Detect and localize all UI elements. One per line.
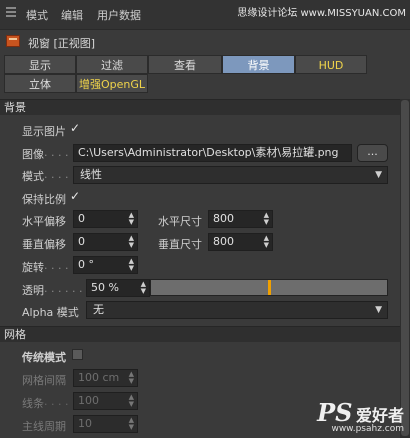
spinner-icon[interactable]: ▲ ▼ <box>129 212 134 226</box>
tab-view[interactable]: 查看 <box>148 55 222 74</box>
show-image-checkbox[interactable]: ✓ <box>70 121 80 135</box>
logo-ps: PS <box>317 398 353 427</box>
v-offset-field[interactable]: 0 ▲ ▼ <box>73 233 138 251</box>
h-size-field[interactable]: 800 ▲ ▼ <box>208 210 273 228</box>
slider-handle[interactable] <box>268 280 271 295</box>
grip-icon[interactable] <box>6 7 16 19</box>
tab-hud[interactable]: HUD <box>295 55 367 74</box>
spinner-icon[interactable]: ▲ ▼ <box>129 258 134 272</box>
mode-dropdown[interactable]: 线性 ▼ <box>73 166 388 184</box>
transparency-field[interactable]: 50 % ▲ ▼ <box>86 279 150 297</box>
spinner-icon[interactable]: ▲ ▼ <box>264 235 269 249</box>
grid-spacing-label: 网格间隔 <box>22 374 66 387</box>
tab-filter[interactable]: 过滤 <box>76 55 148 74</box>
h-size-label: 水平尺寸 <box>158 215 202 228</box>
rotation-label: 旋转 <box>22 261 44 274</box>
major-period-label: 主线周期 <box>22 420 66 433</box>
show-image-label: 显示图片 <box>22 125 66 138</box>
image-label: 图像 <box>22 148 44 161</box>
mode-label: 模式 <box>22 170 44 183</box>
spinner-icon[interactable]: ▲ ▼ <box>129 394 134 408</box>
chevron-down-icon: ▼ <box>375 170 382 180</box>
spinner-icon[interactable]: ▲ ▼ <box>129 371 134 385</box>
watermark-text: 思缘设计论坛 www.MISSYUAN.COM <box>237 8 406 19</box>
menu-user-data[interactable]: 用户数据 <box>97 7 141 23</box>
lines-label: 线条 <box>22 397 44 410</box>
image-path-field[interactable]: C:\Users\Administrator\Desktop\素材\易拉罐.pn… <box>73 144 352 162</box>
section-grid[interactable]: 网格 <box>0 326 400 342</box>
v-size-field[interactable]: 800 ▲ ▼ <box>208 233 273 251</box>
scrollbar-thumb[interactable] <box>401 100 409 436</box>
legacy-mode-label: 传统模式 <box>22 351 66 364</box>
viewport-icon <box>6 35 20 47</box>
transparency-label: 透明 <box>22 284 44 297</box>
spinner-icon[interactable]: ▲ ▼ <box>129 235 134 249</box>
tab-stereo[interactable]: 立体 <box>4 74 76 93</box>
spinner-icon[interactable]: ▲ ▼ <box>129 417 134 431</box>
menu-mode[interactable]: 模式 <box>26 7 48 23</box>
grid-spacing-field[interactable]: 100 cm ▲ ▼ <box>73 369 138 387</box>
v-offset-label: 垂直偏移 <box>22 238 66 251</box>
v-offset-value: 0 <box>78 235 85 248</box>
h-offset-label: 水平偏移 <box>22 215 66 228</box>
spinner-icon[interactable]: ▲ ▼ <box>264 212 269 226</box>
mode-value: 线性 <box>80 168 102 181</box>
transparency-label-dots: . . . . . . <box>44 282 83 295</box>
logo-text: 爱好者 <box>355 406 404 425</box>
rotation-field[interactable]: 0 ° ▲ ▼ <box>73 256 138 274</box>
tab-display[interactable]: 显示 <box>4 55 76 74</box>
section-background[interactable]: 背景 <box>0 99 400 115</box>
h-offset-field[interactable]: 0 ▲ ▼ <box>73 210 138 228</box>
lines-field[interactable]: 100 ▲ ▼ <box>73 392 138 410</box>
rotation-value: 0 ° <box>78 258 94 271</box>
menu-edit[interactable]: 编辑 <box>61 7 83 23</box>
lines-value: 100 <box>78 394 99 407</box>
major-period-field[interactable]: 10 ▲ ▼ <box>73 415 138 433</box>
legacy-mode-checkbox[interactable] <box>72 349 83 360</box>
grid-spacing-value: 100 cm <box>78 371 120 384</box>
tab-enhanced-opengl[interactable]: 增强OpenGL <box>76 74 148 93</box>
site-logo: PS 爱好者 www.psahz.com <box>317 401 404 434</box>
alpha-mode-value: 无 <box>93 303 104 316</box>
panel-title: 视窗 [正视图] <box>28 37 96 50</box>
transparency-slider[interactable] <box>150 279 388 296</box>
keep-ratio-label: 保持比例 <box>22 193 66 206</box>
tab-background[interactable]: 背景 <box>222 55 295 74</box>
h-size-value: 800 <box>213 212 234 225</box>
browse-button[interactable]: ... <box>357 144 388 162</box>
major-period-value: 10 <box>78 417 92 430</box>
chevron-down-icon: ▼ <box>375 305 382 315</box>
keep-ratio-checkbox[interactable]: ✓ <box>70 189 80 203</box>
v-size-value: 800 <box>213 235 234 248</box>
alpha-mode-label: Alpha 模式 <box>22 306 79 319</box>
transparency-value: 50 % <box>91 281 119 294</box>
v-size-label: 垂直尺寸 <box>158 238 202 251</box>
spinner-icon[interactable]: ▲ ▼ <box>141 281 146 295</box>
h-offset-value: 0 <box>78 212 85 225</box>
alpha-mode-dropdown[interactable]: 无 ▼ <box>86 301 388 319</box>
